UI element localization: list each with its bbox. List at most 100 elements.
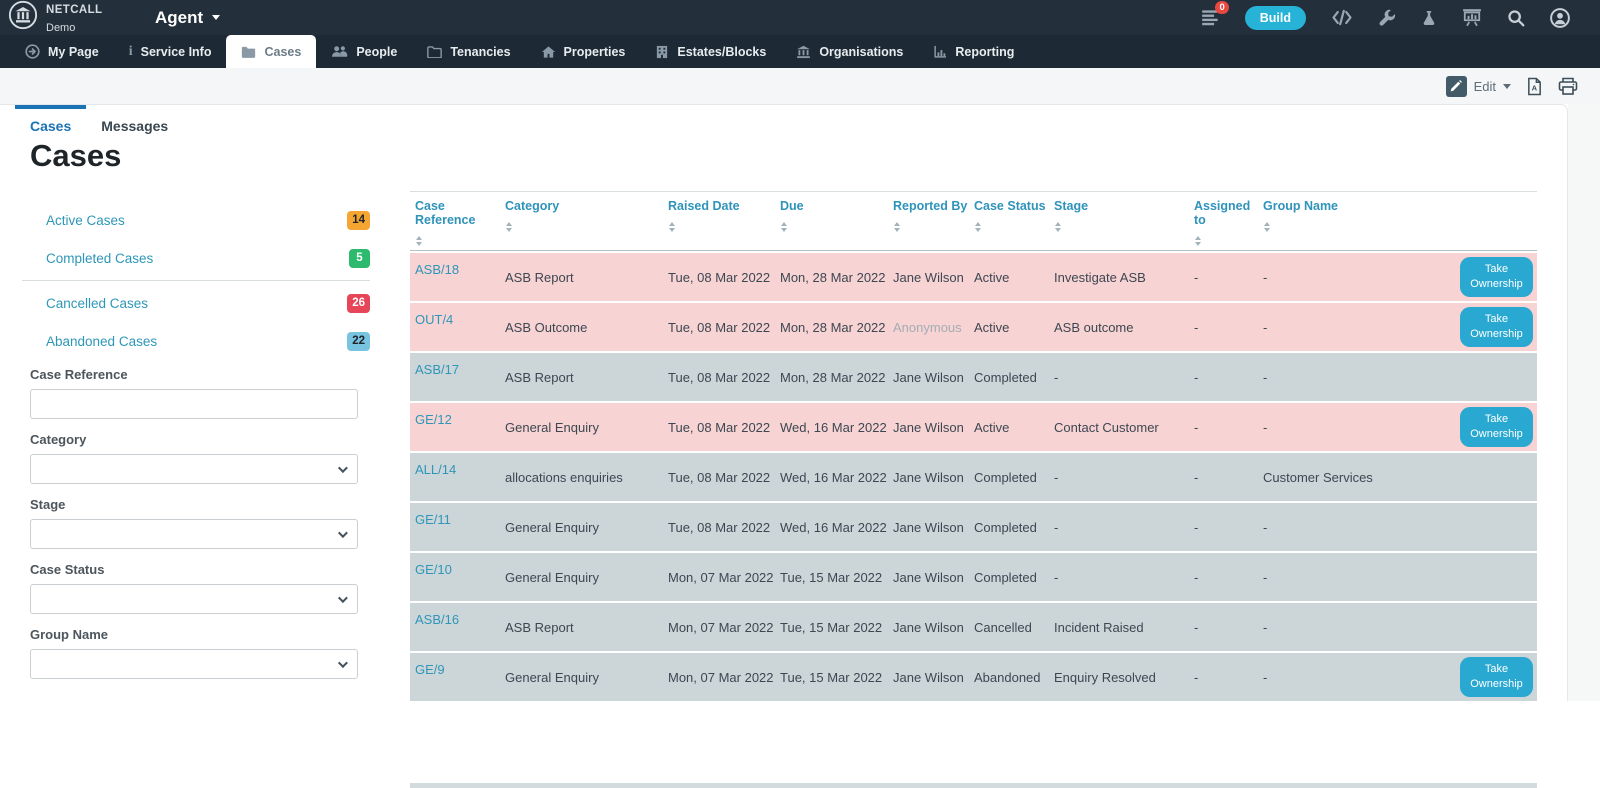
sort-icon[interactable]: [894, 222, 900, 232]
nav-item-my-page[interactable]: My Page: [10, 35, 114, 68]
field-label: Stage: [30, 497, 358, 512]
sort-icon[interactable]: [1264, 222, 1270, 232]
nav-item-properties[interactable]: Properties: [526, 35, 641, 68]
sort-icon[interactable]: [669, 222, 675, 232]
sort-icon[interactable]: [416, 236, 422, 246]
nav-item-tenancies[interactable]: Tenancies: [412, 35, 525, 68]
nav-item-estates-blocks[interactable]: Estates/Blocks: [640, 35, 781, 68]
nav-item-people[interactable]: People: [316, 35, 412, 68]
wrench-icon[interactable]: [1378, 9, 1396, 27]
sort-icon[interactable]: [975, 222, 981, 232]
build-button[interactable]: Build: [1245, 6, 1306, 30]
cell-reported-by: Jane Wilson: [888, 420, 969, 435]
case-reference-link[interactable]: ALL/14: [415, 462, 456, 477]
nav-item-reporting[interactable]: Reporting: [918, 35, 1029, 68]
stage-select[interactable]: [30, 519, 358, 549]
column-header[interactable]: Case Status: [969, 199, 1049, 246]
case-reference-link[interactable]: GE/9: [415, 662, 445, 677]
cell-due-date: Mon, 28 Mar 2022: [775, 270, 888, 285]
case-reference-link[interactable]: ASB/16: [415, 612, 459, 627]
status-link[interactable]: Abandoned Cases: [46, 334, 157, 349]
queue-icon[interactable]: 0: [1201, 8, 1220, 27]
take-ownership-button[interactable]: Take Ownership: [1460, 657, 1533, 697]
cell-due-date: Tue, 15 Mar 2022: [775, 620, 888, 635]
case-reference-link[interactable]: OUT/4: [415, 312, 453, 327]
take-ownership-button[interactable]: Take Ownership: [1460, 407, 1533, 447]
column-header[interactable]: Raised Date: [663, 199, 775, 246]
cell-category: allocations enquiries: [500, 470, 663, 485]
flask-icon[interactable]: [1421, 9, 1437, 27]
status-link[interactable]: Cancelled Cases: [46, 296, 148, 311]
column-header[interactable]: Assigned to: [1189, 199, 1258, 246]
nav-item-organisations[interactable]: Organisations: [781, 35, 918, 68]
cell-raised-date: Tue, 08 Mar 2022: [663, 370, 775, 385]
search-icon[interactable]: [1507, 9, 1525, 27]
nav-item-service-info[interactable]: i Service Info: [114, 35, 227, 68]
count-badge: 22: [347, 332, 370, 351]
print-icon[interactable]: [1558, 77, 1578, 96]
filter-case-reference: Case Reference: [30, 367, 358, 419]
table-body: ASB/18 ASB Report Tue, 08 Mar 2022 Mon, …: [410, 253, 1537, 701]
case-reference-link[interactable]: GE/12: [415, 412, 452, 427]
svg-text:A: A: [1532, 83, 1538, 92]
cell-stage: -: [1049, 520, 1189, 535]
user-icon[interactable]: [1550, 8, 1570, 28]
cell-stage: -: [1049, 470, 1189, 485]
list-item[interactable]: Cancelled Cases 26: [22, 284, 370, 322]
column-header[interactable]: Category: [500, 199, 663, 246]
case-reference-link[interactable]: GE/10: [415, 562, 452, 577]
cell-reported-by: Jane Wilson: [888, 620, 969, 635]
take-ownership-button[interactable]: Take Ownership: [1460, 257, 1533, 297]
status-link[interactable]: Completed Cases: [46, 251, 153, 266]
nav-item-cases[interactable]: Cases: [226, 35, 316, 68]
cell-group-name: -: [1258, 270, 1443, 285]
category-select[interactable]: [30, 454, 358, 484]
case-status-select[interactable]: [30, 584, 358, 614]
cell-stage: Investigate ASB: [1049, 270, 1189, 285]
cell-assigned-to: -: [1189, 570, 1258, 585]
cell-group-name: -: [1258, 670, 1443, 685]
info-icon: i: [129, 45, 133, 59]
analytics-icon[interactable]: [1462, 8, 1482, 27]
code-icon[interactable]: [1331, 9, 1353, 26]
cell-reported-by: Jane Wilson: [888, 520, 969, 535]
sort-icon[interactable]: [506, 222, 512, 232]
cell-raised-date: Tue, 08 Mar 2022: [663, 420, 775, 435]
home-icon: [541, 45, 556, 59]
cell-assigned-to: -: [1189, 520, 1258, 535]
list-item[interactable]: Active Cases 14: [22, 201, 370, 239]
column-header[interactable]: Due: [775, 199, 888, 246]
netcall-logo[interactable]: NETCALL Demo: [0, 0, 102, 36]
filter-case-status: Case Status: [30, 562, 358, 614]
cell-case-status: Abandoned: [969, 670, 1049, 685]
main-nav: My Page i Service Info Cases People Tena…: [0, 35, 1600, 68]
app-menu-dropdown[interactable]: Agent: [155, 0, 220, 35]
case-reference-link[interactable]: ASB/18: [415, 262, 459, 277]
column-header[interactable]: Case Reference: [410, 199, 500, 246]
edit-dropdown[interactable]: Edit: [1446, 76, 1511, 97]
column-header[interactable]: Reported By: [888, 199, 969, 246]
tab-messages[interactable]: Messages: [86, 105, 183, 142]
take-ownership-button[interactable]: Take Ownership: [1460, 307, 1533, 347]
case-reference-link[interactable]: GE/11: [415, 512, 451, 527]
case-reference-link[interactable]: ASB/17: [415, 362, 459, 377]
group-name-select[interactable]: [30, 649, 358, 679]
queue-count-badge: 0: [1215, 1, 1228, 14]
status-link[interactable]: Active Cases: [46, 213, 125, 228]
sort-icon[interactable]: [1055, 222, 1061, 232]
pdf-export-icon[interactable]: A: [1526, 77, 1543, 96]
top-bar: NETCALL Demo Agent 0 Build: [0, 0, 1600, 35]
sort-icon[interactable]: [1195, 236, 1201, 246]
tab-cases[interactable]: Cases: [15, 105, 86, 142]
list-item[interactable]: Completed Cases 5: [22, 239, 370, 277]
divider: [22, 280, 370, 281]
column-header[interactable]: Group Name: [1258, 199, 1443, 246]
sort-icon[interactable]: [781, 222, 787, 232]
filter-group-name: Group Name: [30, 627, 358, 679]
case-reference-input[interactable]: [30, 389, 358, 419]
cell-category: ASB Report: [500, 270, 663, 285]
building-icon: [655, 45, 669, 59]
column-header[interactable]: Stage: [1049, 199, 1189, 246]
list-item[interactable]: Abandoned Cases 22: [22, 322, 370, 360]
table-row: GE/10 General Enquiry Mon, 07 Mar 2022 T…: [410, 553, 1537, 601]
